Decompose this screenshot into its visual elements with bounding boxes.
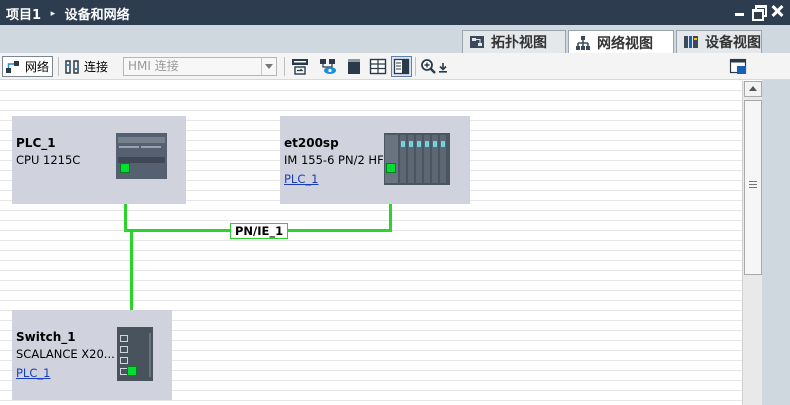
connection-type-select[interactable]: HMI 连接 [123,57,277,76]
io-controller-link[interactable]: PLC_1 [16,366,50,380]
network-toolbar: 网络 连接 HMI 连接 [0,53,790,80]
connect-mode-label: 连接 [84,60,109,74]
chevron-down-icon[interactable] [261,58,276,75]
network-view-icon [575,35,591,51]
network-mode-button[interactable]: 网络 [2,56,54,77]
close-icon[interactable] [770,4,784,18]
highlight-icon[interactable] [319,58,337,75]
tab-device-label: 设备视图 [705,35,761,51]
device-type: IM 155-6 PN/2 HF [284,153,384,167]
zoom-icon[interactable] [420,58,438,75]
io-station-module-icon [384,133,450,185]
ethernet-port-icon[interactable] [120,163,130,173]
grip-icon [749,181,757,188]
subnet-label[interactable]: PN/IE_1 [230,223,289,239]
table-icon[interactable] [369,58,387,75]
name-display-icon[interactable] [291,58,309,75]
vertical-scrollbar[interactable] [742,81,762,405]
minimize-icon[interactable] [734,4,746,18]
tab-network-label: 网络视图 [597,35,653,52]
device-plc-1[interactable]: PLC_1 CPU 1215C [12,116,186,204]
overview-button[interactable] [391,56,412,77]
window-controls [734,4,784,21]
network-mode-icon [6,60,19,73]
device-name: et200sp [284,136,339,150]
ethernet-port-icon[interactable] [127,366,137,376]
breadcrumb-section: 设备和网络 [64,8,130,23]
properties-panel-icon[interactable] [729,58,747,75]
breadcrumb: 项目1 ▸ 设备和网络 [6,4,130,23]
connect-mode-button[interactable]: 连接 [64,56,108,77]
scroll-up-icon[interactable] [744,81,762,97]
toolbar-divider [415,57,416,76]
io-controller-link[interactable]: PLC_1 [284,172,318,186]
tab-topology-view[interactable]: 拓扑视图 [462,30,566,53]
toolbar-divider [58,57,59,76]
toolbar-divider [284,57,285,76]
tab-device-view[interactable]: 设备视图 [676,30,762,53]
connect-mode-icon [65,59,79,74]
export-icon[interactable] [437,58,449,75]
ethernet-port-icon[interactable] [386,163,396,173]
device-switch-1[interactable]: Switch_1 SCALANCE X20... PLC_1 [12,310,172,400]
overview-icon [393,58,410,75]
connection-type-value: HMI 连接 [128,59,179,73]
device-name: PLC_1 [16,136,56,150]
device-view-icon [683,34,699,50]
device-type: CPU 1215C [16,153,81,167]
device-et200sp[interactable]: et200sp IM 155-6 PN/2 HF PLC_1 [280,116,470,204]
device-icon[interactable] [345,58,363,75]
restore-icon[interactable] [752,4,767,21]
breadcrumb-project[interactable]: 项目1 [6,4,41,23]
breadcrumb-separator-icon: ▸ [50,8,56,19]
scrollbar-thumb[interactable] [744,100,762,275]
device-name: Switch_1 [16,330,76,344]
topology-view-icon [469,34,485,50]
tab-network-view[interactable]: 网络视图 [568,30,674,54]
editor-right-frame [762,53,790,405]
network-mode-label: 网络 [25,60,50,74]
view-tab-strip: 拓扑视图 网络视图 设备视图 [0,25,790,54]
editor-title-bar: 项目1 ▸ 设备和网络 [0,0,790,25]
network-view-canvas[interactable]: PLC_1 CPU 1215C et200sp IM 155-6 PN/2 HF… [0,81,742,405]
device-type: SCALANCE X20... [16,347,115,361]
tab-topology-label: 拓扑视图 [491,35,547,51]
